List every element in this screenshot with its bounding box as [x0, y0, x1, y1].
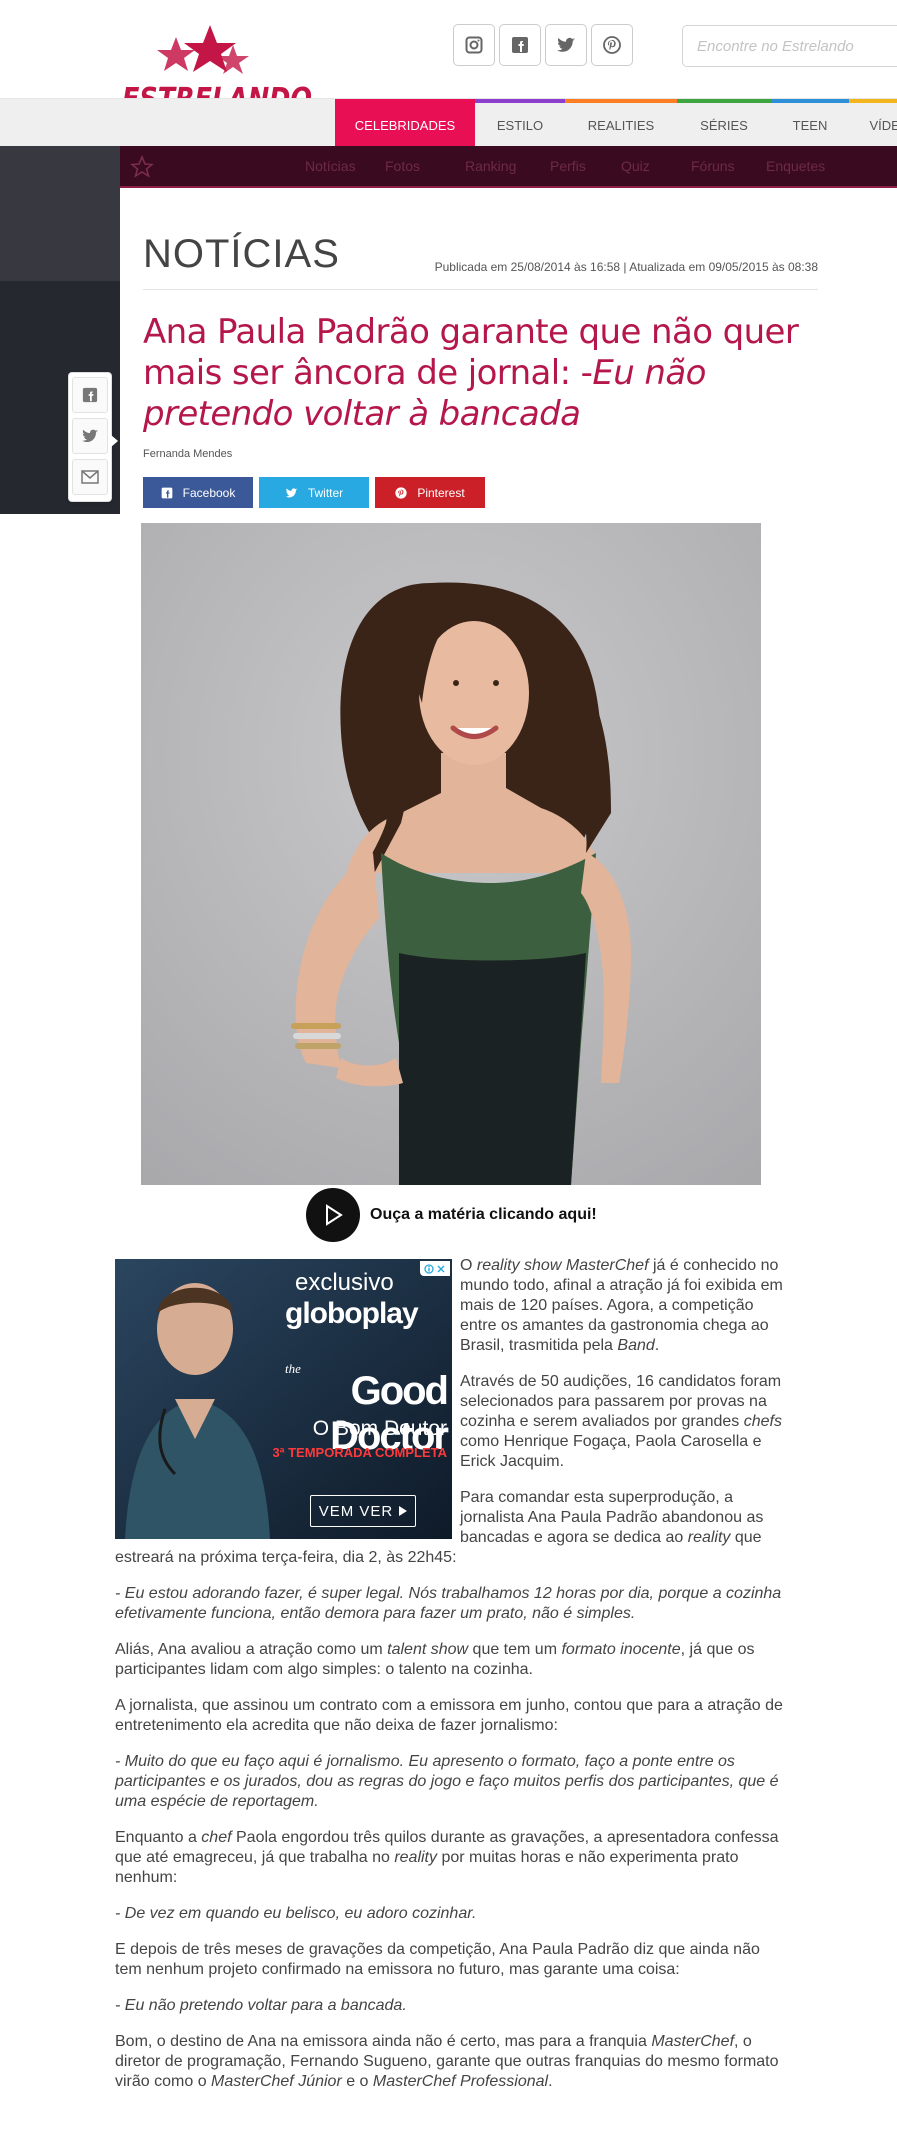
facebook-button[interactable]	[499, 24, 541, 66]
sub-nav: Notícias Fotos Ranking Perfis Quiz Fóruns Enqu…	[120, 146, 897, 188]
sub-nav-item[interactable]: Fotos	[385, 146, 465, 186]
play-button[interactable]	[306, 1188, 360, 1242]
sub-nav-item[interactable]: Ranking	[465, 146, 550, 186]
quote: - Eu estou adorando fazer, é super legal…	[115, 1585, 782, 1622]
instagram-button[interactable]	[453, 24, 495, 66]
facebook-icon	[512, 37, 528, 53]
twitter-icon	[82, 429, 98, 443]
nav-tab[interactable]: REALITIES	[565, 99, 677, 147]
instagram-icon	[465, 36, 483, 54]
section-title: NOTÍCIAS	[143, 232, 340, 276]
twitter-button[interactable]	[545, 24, 587, 66]
quote: - De vez em quando eu belisco, eu adoro …	[115, 1905, 477, 1922]
share-facebook-button[interactable]: Facebook	[143, 477, 253, 508]
paragraph: Enquanto a chef Paola engordou três quil…	[115, 1829, 779, 1886]
pinterest-icon	[603, 36, 621, 54]
share-buttons: Facebook Twitter Pinterest	[143, 477, 485, 508]
nav-tab[interactable]: SÉRIES	[677, 99, 771, 147]
article-photo	[141, 523, 761, 1185]
audio-player[interactable]: Ouça a matéria clicando aqui!	[306, 1188, 597, 1242]
sub-nav-item[interactable]: Enquetes	[766, 146, 856, 186]
paragraph: A jornalista, que assinou um contrato co…	[115, 1697, 783, 1734]
paragraph: Aliás, Ana avaliou a atração como um tal…	[115, 1641, 755, 1678]
nav-tab[interactable]: TEEN	[771, 99, 849, 147]
nav-tabs: CELEBRIDADES ESTILO REALITIES SÉRIES TEEN VÍD…	[335, 99, 897, 147]
sub-nav-item[interactable]: Notícias	[305, 146, 385, 186]
sub-nav-item[interactable]: Fóruns	[691, 146, 766, 186]
divider	[143, 289, 818, 290]
share-twitter-label: Twitter	[307, 485, 344, 500]
play-icon	[326, 1204, 343, 1226]
main-nav: CELEBRIDADES ESTILO REALITIES SÉRIES TEEN VÍD…	[0, 98, 897, 147]
pinterest-button[interactable]	[591, 24, 633, 66]
share-facebook-label: Facebook	[182, 485, 236, 500]
share-pinterest-label: Pinterest	[417, 485, 465, 500]
facebook-icon	[82, 387, 98, 403]
twitter-icon	[557, 37, 575, 52]
side-share-twitter[interactable]	[72, 418, 108, 454]
social-links	[453, 24, 633, 66]
nav-tab[interactable]: CELEBRIDADES	[335, 99, 475, 147]
nav-tab[interactable]: VÍDEOS	[849, 99, 897, 147]
twitter-icon	[285, 487, 298, 497]
envelope-icon	[81, 470, 99, 484]
share-twitter-button[interactable]: Twitter	[259, 477, 369, 508]
side-share-email[interactable]	[72, 459, 108, 495]
search-input[interactable]	[682, 25, 897, 67]
nav-tab[interactable]: ESTILO	[475, 99, 565, 147]
sub-nav-item[interactable]: Quiz	[621, 146, 691, 186]
left-panel-top	[0, 146, 120, 281]
pinterest-icon	[395, 486, 407, 499]
audio-label: Ouça a matéria clicando aqui!	[370, 1206, 597, 1223]
article-headline: Ana Paula Padrão garante que não quer ma…	[143, 312, 823, 435]
publish-date: Publicada em 25/08/2014 às 16:58 | Atual…	[434, 260, 818, 274]
side-share-bar	[68, 372, 118, 502]
article-body: O reality show MasterChef já é conhecido…	[115, 1256, 785, 2108]
quote: - Eu não pretendo voltar para a bancada.	[115, 1997, 407, 2014]
paragraph: E depois de três meses de gravações da c…	[115, 1941, 760, 1978]
paragraph: Bom, o destino de Ana na emissora ainda …	[115, 2033, 779, 2090]
ad-float-space	[115, 1256, 460, 1542]
sub-nav-item[interactable]: Perfis	[550, 146, 621, 186]
side-share-facebook[interactable]	[72, 377, 108, 413]
sub-nav-items: Notícias Fotos Ranking Perfis Quiz Fóruns Enqu…	[305, 146, 856, 186]
share-pinterest-button[interactable]: Pinterest	[375, 477, 485, 508]
star-icon[interactable]	[130, 155, 154, 179]
site-header: ESTRELANDO	[0, 0, 897, 117]
author-name[interactable]: Fernanda Mendes	[143, 448, 232, 460]
quote: - Muito do que eu faço aqui é jornalismo…	[115, 1753, 779, 1810]
facebook-icon	[161, 487, 172, 498]
